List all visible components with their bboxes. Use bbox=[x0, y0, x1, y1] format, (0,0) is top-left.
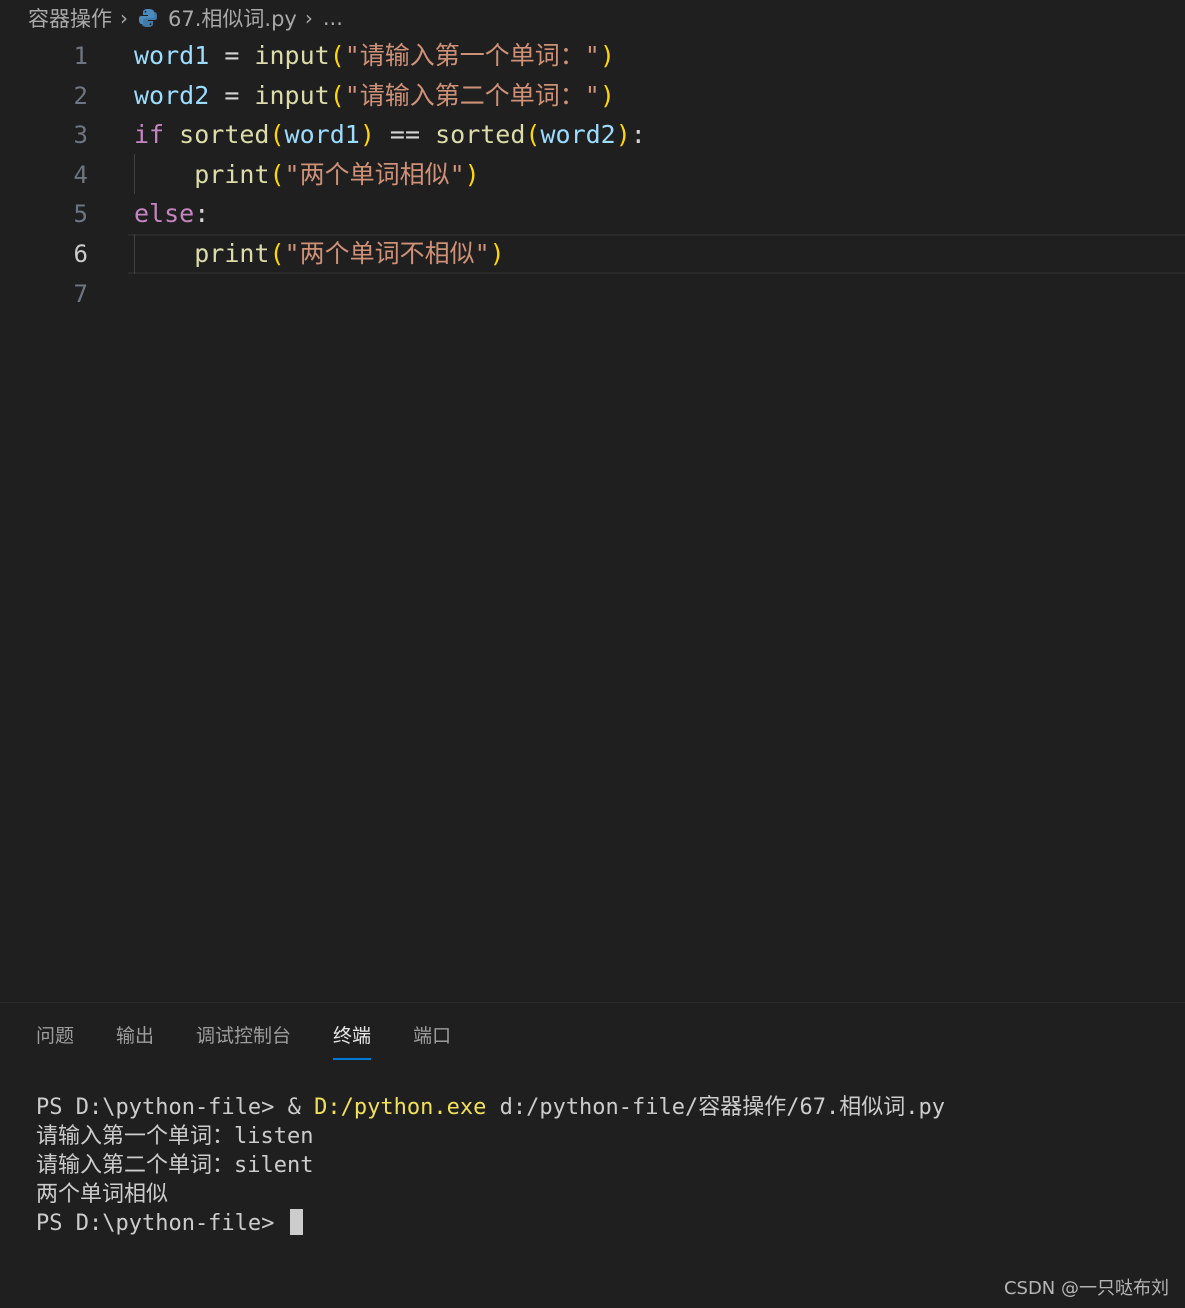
python-file-icon bbox=[138, 8, 158, 28]
terminal-cursor bbox=[289, 1209, 303, 1235]
tab-ports[interactable]: 端口 bbox=[413, 1021, 451, 1060]
terminal-line: 请输入第二个单词：silent bbox=[36, 1153, 314, 1178]
code-token: ( bbox=[269, 120, 285, 150]
code-text: print("两个单词相似") bbox=[134, 155, 480, 195]
terminal-exe-path: D:/python.exe bbox=[314, 1095, 487, 1120]
code-token: : bbox=[630, 120, 646, 150]
tab-output[interactable]: 输出 bbox=[116, 1021, 154, 1060]
bottom-panel: 问题 输出 调试控制台 终端 端口 PS D:\python-file> & D… bbox=[0, 1002, 1185, 1308]
code-token: "两个单词相似" bbox=[284, 159, 465, 189]
code-token: sorted bbox=[179, 120, 270, 150]
code-line[interactable]: 4 print("两个单词相似") bbox=[0, 155, 1185, 195]
code-token: input bbox=[254, 41, 330, 70]
code-token: ( bbox=[269, 239, 285, 268]
chevron-right-icon: › bbox=[120, 6, 128, 30]
line-number: 1 bbox=[73, 42, 88, 70]
tab-problems[interactable]: 问题 bbox=[36, 1021, 74, 1060]
code-token: word1 bbox=[284, 120, 360, 150]
code-line[interactable]: 2 word2 = input("请输入第二个单词：") bbox=[0, 76, 1185, 116]
terminal-line: PS D:\python-file> & D:/python.exe d:/py… bbox=[36, 1093, 1176, 1122]
code-token: sorted bbox=[435, 120, 526, 150]
terminal-prompt: PS D:\python-file> bbox=[36, 1211, 288, 1236]
code-text: word1 = input("请输入第一个单词：") bbox=[134, 36, 615, 76]
code-line[interactable]: 6 print("两个单词不相似") bbox=[0, 234, 1185, 274]
code-line[interactable]: 3 if sorted(word1) == sorted(word2): bbox=[0, 115, 1185, 155]
panel-tabs: 问题 输出 调试控制台 终端 端口 bbox=[36, 1021, 493, 1060]
line-number: 2 bbox=[73, 81, 88, 110]
line-number: 7 bbox=[73, 279, 88, 308]
code-text: word2 = input("请输入第二个单词：") bbox=[134, 76, 615, 116]
code-text: print("两个单词不相似") bbox=[134, 234, 505, 274]
code-token: == bbox=[374, 120, 436, 150]
code-token: ) bbox=[599, 41, 615, 70]
code-token: ) bbox=[615, 120, 631, 150]
code-token: print bbox=[194, 159, 270, 189]
code-text: if sorted(word1) == sorted(word2): bbox=[134, 115, 646, 155]
breadcrumb-folder[interactable]: 容器操作 bbox=[28, 3, 112, 33]
code-token: ) bbox=[359, 120, 375, 150]
code-token: ( bbox=[329, 80, 345, 110]
code-text: else: bbox=[134, 194, 209, 234]
terminal-line: PS D:\python-file> bbox=[36, 1209, 1176, 1238]
code-token: input bbox=[254, 80, 330, 110]
terminal-output[interactable]: PS D:\python-file> & D:/python.exe d:/py… bbox=[36, 1093, 1176, 1238]
code-token: "请输入第一个单词：" bbox=[344, 41, 600, 70]
line-number: 5 bbox=[73, 200, 88, 229]
breadcrumb-more[interactable]: ... bbox=[323, 6, 343, 30]
code-token: word1 bbox=[134, 41, 210, 70]
terminal-line: 两个单词相似 bbox=[36, 1182, 169, 1207]
terminal-prompt: PS D:\python-file> & bbox=[36, 1095, 315, 1120]
terminal-script-arg: d:/python-file/容器操作/67.相似词.py bbox=[486, 1095, 945, 1120]
code-token: ( bbox=[525, 120, 541, 150]
code-token: ) bbox=[489, 239, 505, 268]
code-token: = bbox=[209, 41, 255, 70]
code-token: "请输入第二个单词：" bbox=[344, 80, 600, 110]
watermark: CSDN @一只哒布刘 bbox=[1003, 1278, 1169, 1299]
code-token: word2 bbox=[134, 80, 210, 110]
breadcrumb-file[interactable]: 67.相似词.py bbox=[168, 3, 297, 33]
tab-terminal[interactable]: 终端 bbox=[333, 1021, 372, 1060]
code-token: else bbox=[134, 199, 195, 229]
code-token: "两个单词不相似" bbox=[284, 239, 490, 268]
line-number: 6 bbox=[73, 240, 88, 268]
code-line[interactable]: 1 word1 = input("请输入第一个单词：") bbox=[0, 36, 1185, 76]
breadcrumb: 容器操作 › 67.相似词.py › ... bbox=[0, 0, 1185, 36]
code-token: ( bbox=[269, 159, 285, 189]
code-line[interactable]: 5 else: bbox=[0, 194, 1185, 234]
chevron-right-icon: › bbox=[304, 6, 313, 30]
code-token: : bbox=[194, 199, 210, 229]
code-token: ( bbox=[329, 41, 345, 70]
code-editor[interactable]: 1 word1 = input("请输入第一个单词：") 2 word2 = inpu… bbox=[0, 36, 1185, 1002]
code-token: ) bbox=[599, 80, 615, 110]
code-token: print bbox=[194, 239, 270, 268]
code-token: = bbox=[209, 80, 255, 110]
code-line[interactable]: 7 bbox=[0, 274, 1185, 314]
line-number: 3 bbox=[73, 121, 88, 150]
code-token: if bbox=[134, 120, 165, 150]
code-token: ) bbox=[464, 159, 480, 189]
line-number: 4 bbox=[73, 160, 88, 189]
terminal-line: 请输入第一个单词：listen bbox=[36, 1124, 314, 1149]
code-token: word2 bbox=[540, 120, 616, 150]
tab-debug-console[interactable]: 调试控制台 bbox=[196, 1021, 291, 1060]
